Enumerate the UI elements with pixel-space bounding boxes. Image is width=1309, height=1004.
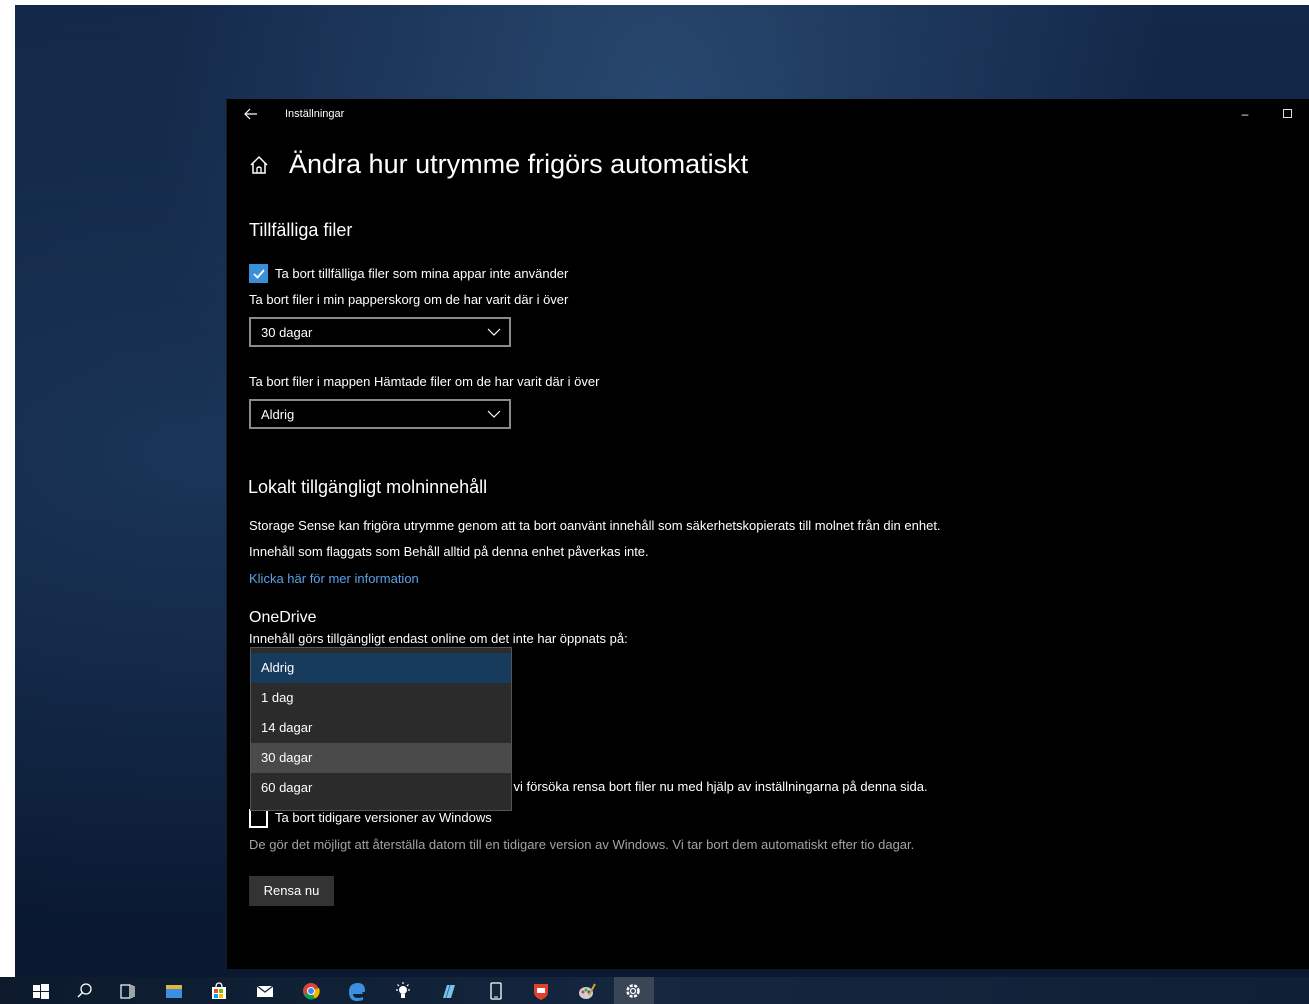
recycle-bin-value: 30 dagar [261, 325, 313, 340]
bulb-icon[interactable] [392, 980, 414, 1002]
settings-window: Inställningar – Ändra hur utrymme frigör… [226, 99, 1309, 969]
onedrive-label: Innehåll görs tillgängligt endast online… [249, 631, 628, 646]
mail-icon[interactable] [254, 980, 276, 1002]
downloads-select[interactable]: Aldrig [249, 399, 511, 429]
back-arrow-icon [244, 108, 257, 120]
settings-icon[interactable] [622, 980, 644, 1002]
clean-now-button[interactable]: Rensa nu [249, 876, 334, 906]
app-title: Inställningar [285, 108, 345, 120]
chevron-down-icon [487, 328, 501, 336]
cloud-content-heading: Lokalt tillgängligt molninnehåll [248, 477, 488, 497]
maximize-icon [1283, 109, 1292, 118]
windows-start-icon[interactable] [30, 980, 52, 1002]
store-icon[interactable] [208, 980, 230, 1002]
recycle-bin-label: Ta bort filer i min papperskorg om de ha… [249, 292, 569, 307]
onedrive-heading: OneDrive [249, 609, 317, 626]
more-info-link[interactable]: Klicka här för mer information [249, 571, 419, 586]
recycle-bin-select[interactable]: 30 dagar [249, 317, 511, 347]
dropdown-option-14-dagar[interactable]: 14 dagar [251, 713, 511, 743]
home-icon[interactable] [248, 154, 270, 176]
back-button[interactable] [239, 103, 263, 125]
dropdown-option-30-dagar[interactable]: 30 dagar [251, 743, 511, 773]
downloads-value: Aldrig [261, 407, 295, 422]
search-icon[interactable] [74, 980, 96, 1002]
dropdown-option-60-dagar[interactable]: 60 dagar [251, 773, 511, 803]
edge-icon[interactable] [346, 980, 368, 1002]
dropdown-option-aldrig[interactable]: Aldrig [251, 653, 511, 683]
previous-windows-description: De gör det möjligt att återställa datorn… [249, 837, 915, 852]
chrome-icon[interactable] [300, 980, 322, 1002]
dropdown-option-1-dag[interactable]: 1 dag [251, 683, 511, 713]
temp-files-heading: Tillfälliga filer [249, 220, 353, 240]
cloud-description-line1: Storage Sense kan frigöra utrymme genom … [249, 518, 941, 533]
cloud-description-line2: Innehåll som flaggats som Behåll alltid … [249, 544, 649, 559]
title-bar: Inställningar – [227, 99, 1309, 131]
temp-files-checkbox[interactable] [249, 264, 268, 283]
free-space-now-text: i vi försöka rensa bort filer nu med hjä… [507, 779, 928, 794]
maximize-button[interactable] [1277, 103, 1301, 125]
badge-icon[interactable] [530, 980, 552, 1002]
file-explorer-icon[interactable] [163, 980, 185, 1002]
notes-icon[interactable] [438, 980, 460, 1002]
phone-icon[interactable] [485, 980, 507, 1002]
chevron-down-icon [487, 410, 501, 418]
checkmark-icon [253, 269, 265, 279]
onedrive-dropdown-list: Aldrig 1 dag 14 dagar 30 dagar 60 dagar [250, 647, 512, 811]
taskbar [0, 977, 1309, 1004]
page-title: Ändra hur utrymme frigörs automatiskt [289, 149, 749, 179]
task-view-icon[interactable] [116, 980, 138, 1002]
previous-windows-checkbox[interactable] [249, 809, 268, 828]
previous-windows-label[interactable]: Ta bort tidigare versioner av Windows [275, 810, 492, 825]
temp-files-checkbox-label[interactable]: Ta bort tillfälliga filer som mina appar… [275, 266, 568, 281]
minimize-button[interactable]: – [1233, 103, 1257, 125]
paint-icon[interactable] [576, 980, 598, 1002]
downloads-label: Ta bort filer i mappen Hämtade filer om … [249, 374, 600, 389]
